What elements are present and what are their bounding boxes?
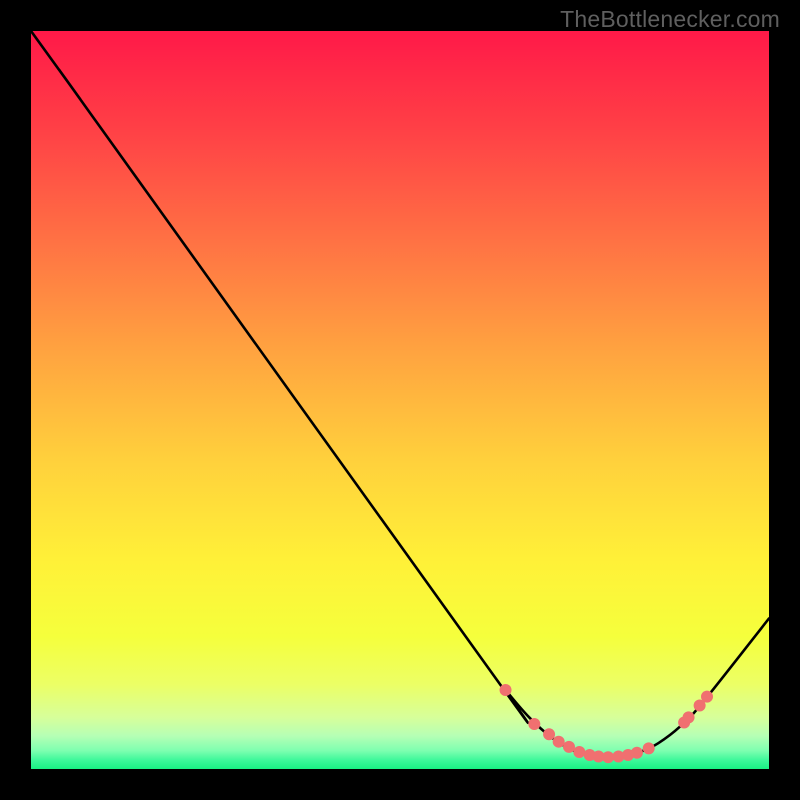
data-marker [683,711,695,723]
data-marker [573,746,585,758]
data-marker [701,691,713,703]
chart-area [31,31,769,769]
gradient-background [31,31,769,769]
data-marker [553,736,565,748]
data-marker [563,741,575,753]
data-marker [631,747,643,759]
data-marker [543,728,555,740]
data-marker [528,718,540,730]
data-marker [602,751,614,763]
attribution-text: TheBottlenecker.com [560,6,780,33]
data-marker [643,742,655,754]
data-marker [500,684,512,696]
chart-svg [31,31,769,769]
